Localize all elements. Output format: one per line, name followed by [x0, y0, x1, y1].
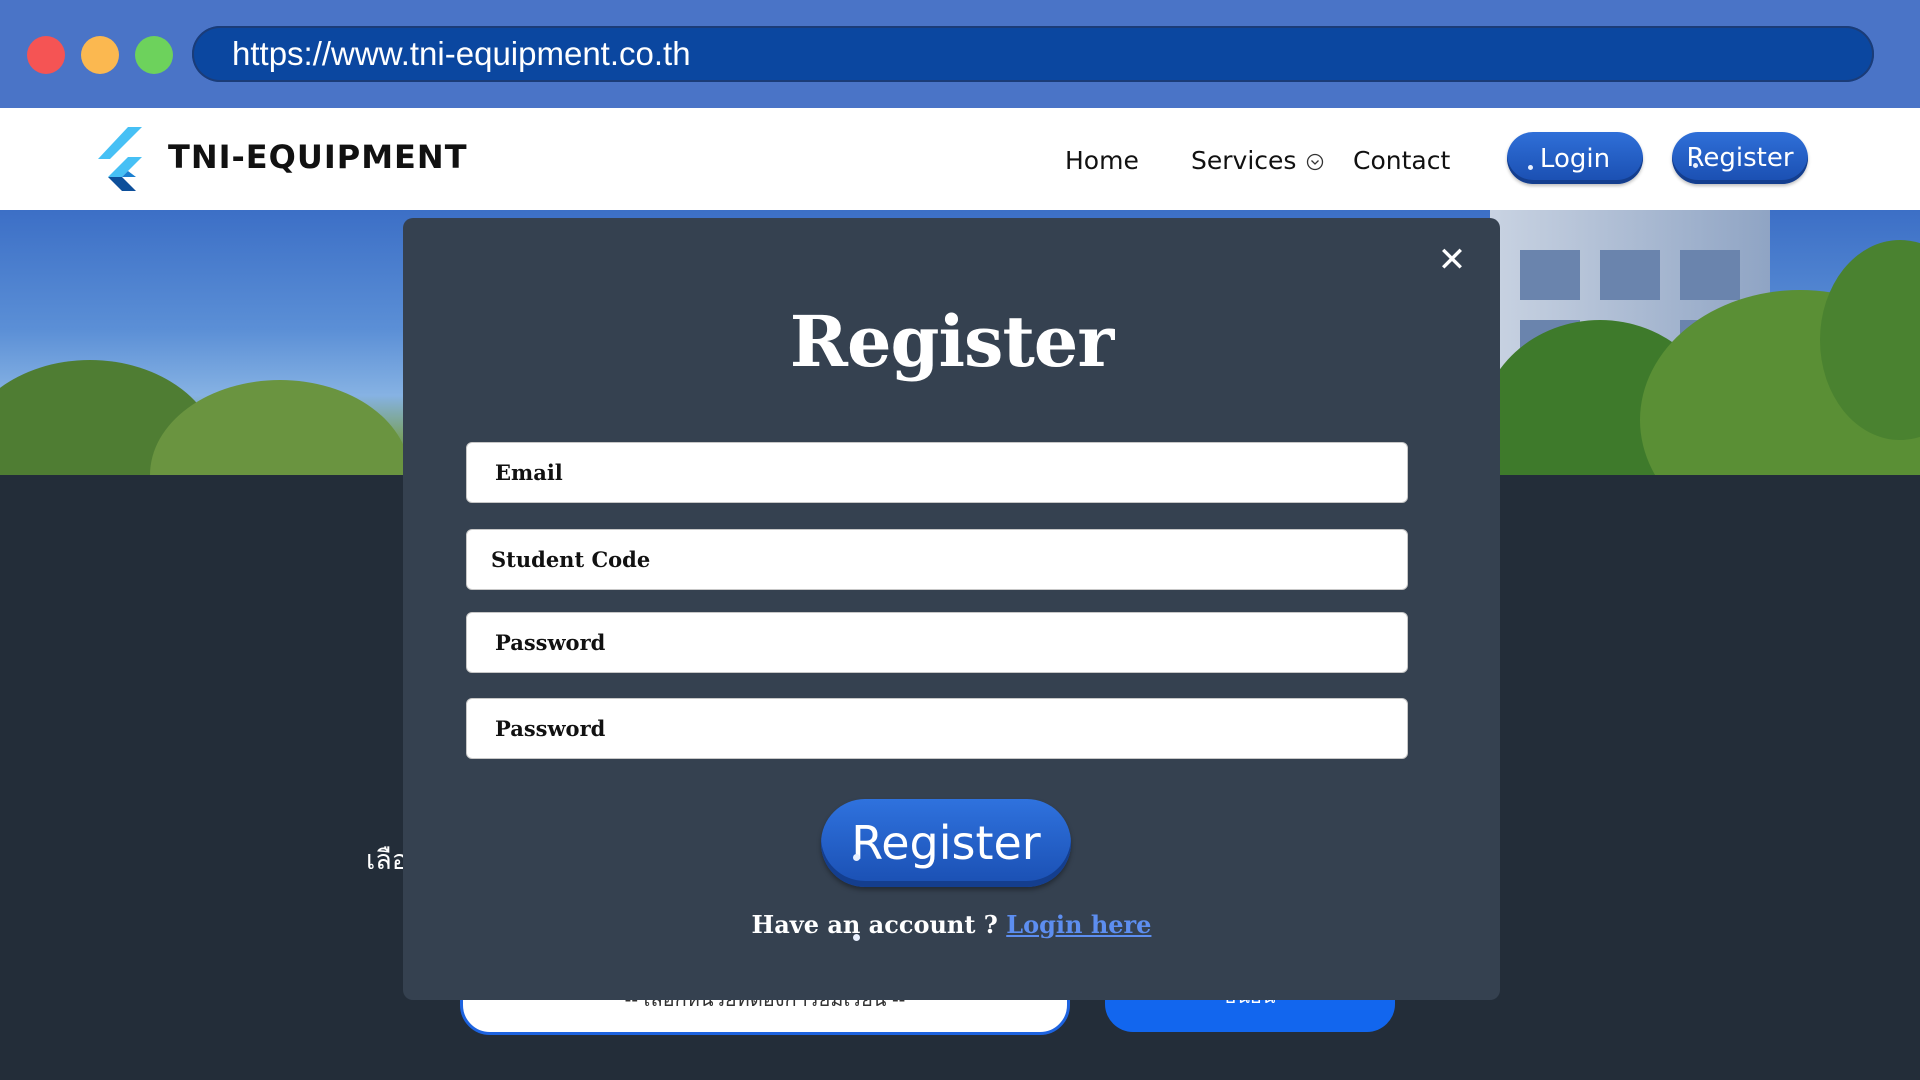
nav-home-link[interactable]: Home [1065, 146, 1139, 175]
close-icon[interactable]: ✕ [1430, 238, 1474, 282]
email-field[interactable] [466, 442, 1408, 503]
flutter-logo-icon[interactable] [98, 127, 154, 191]
button-shine [1690, 136, 1704, 216]
account-prompt-line: Have an account ? Login here [403, 910, 1500, 939]
nav-register-button[interactable]: Register [1672, 132, 1808, 216]
minimize-window-dot[interactable] [81, 36, 119, 74]
site-brand[interactable]: TNI-EQUIPMENT [168, 138, 468, 176]
password-field[interactable] [466, 612, 1408, 673]
button-shine [851, 805, 865, 941]
register-modal: ✕ Register Register Have an account ? Lo… [403, 218, 1500, 1000]
close-window-dot[interactable] [27, 36, 65, 74]
nav-contact-link[interactable]: Contact [1353, 146, 1450, 175]
student-code-field[interactable] [466, 529, 1408, 590]
register-submit-button[interactable]: Register [821, 799, 1071, 941]
nav-register-label: Register [1686, 143, 1794, 173]
nav-login-label: Login [1539, 144, 1611, 174]
background-label: เลือ [366, 845, 408, 876]
register-submit-label: Register [851, 816, 1041, 870]
chevron-down-icon[interactable] [1306, 153, 1324, 171]
nav-login-button[interactable]: Login [1507, 132, 1643, 222]
button-shine [1525, 136, 1539, 222]
site-navbar: TNI-EQUIPMENT Home Services Contact Logi… [0, 108, 1920, 222]
address-bar[interactable]: https://www.tni-equipment.co.th [192, 26, 1874, 82]
account-prompt-text: Have an account ? [751, 910, 998, 939]
login-here-link[interactable]: Login here [1006, 910, 1151, 939]
browser-chrome: https://www.tni-equipment.co.th [0, 0, 1920, 108]
confirm-password-field[interactable] [466, 698, 1408, 759]
nav-services-link[interactable]: Services [1191, 146, 1296, 175]
modal-title: Register [789, 300, 1114, 383]
maximize-window-dot[interactable] [135, 36, 173, 74]
